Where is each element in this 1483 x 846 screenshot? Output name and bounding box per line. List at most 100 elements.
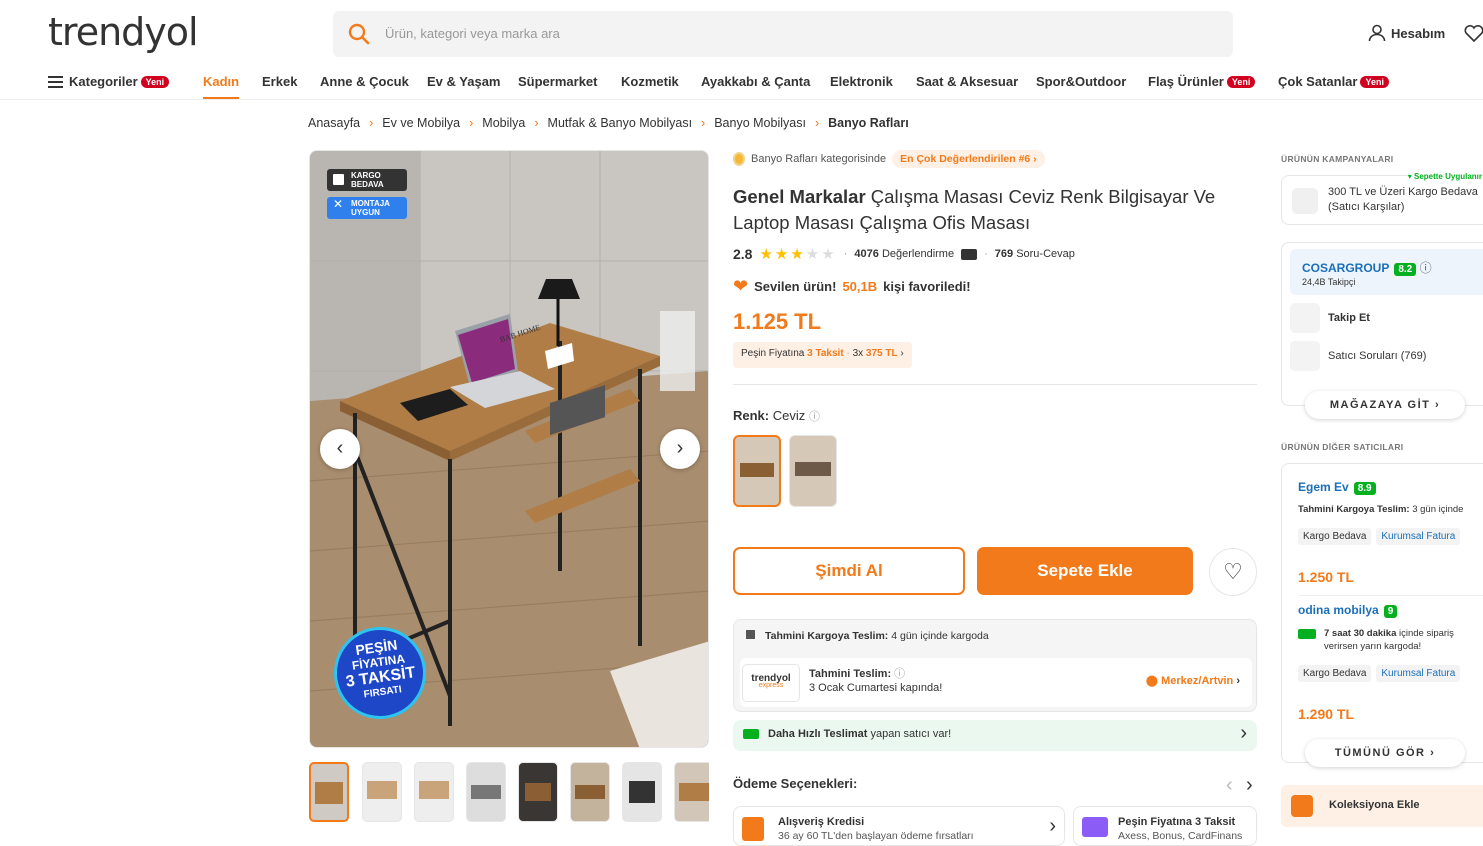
estimate-label: Tahmini Kargoya Teslim: bbox=[765, 630, 889, 642]
thumbnail[interactable] bbox=[674, 762, 709, 822]
nav-item-kadin[interactable]: Kadın bbox=[203, 74, 240, 99]
nav-item-kozmetik[interactable]: Kozmetik bbox=[621, 74, 679, 89]
payment-prev-button[interactable]: ‹ bbox=[1226, 774, 1233, 797]
product-brand[interactable]: Genel Markalar bbox=[733, 186, 866, 207]
chevron-right-icon: › bbox=[701, 116, 706, 130]
nav-item-ev-yasam[interactable]: Ev & Yaşam bbox=[427, 74, 500, 89]
favorites-icon[interactable] bbox=[1464, 24, 1483, 42]
nav-item-label: Çok Satanlar bbox=[1278, 74, 1358, 89]
thumbnail[interactable] bbox=[466, 762, 506, 822]
tag-corporate-invoice: Kurumsal Fatura bbox=[1376, 528, 1461, 545]
payment-option-card[interactable]: Alışveriş Kredisi 36 ay 60 TL'den başlaya… bbox=[733, 806, 1065, 846]
breadcrumb-item[interactable]: Anasayfa bbox=[308, 116, 360, 130]
see-all-label: TÜMÜNÜ GÖR bbox=[1334, 747, 1426, 759]
breadcrumb-item[interactable]: Mutfak & Banyo Mobilyası bbox=[548, 116, 693, 130]
user-icon bbox=[1368, 24, 1386, 42]
payment-option-desc: Axess, Bonus, CardFinans bbox=[1118, 830, 1243, 842]
favorite-info: ❤ Sevilen ürün! 50,1B kişi favoriledi! bbox=[733, 276, 971, 297]
go-to-store-button[interactable]: MAĞAZAYA GİT › bbox=[1305, 391, 1465, 419]
thumbnail[interactable] bbox=[570, 762, 610, 822]
tools-icon: ✕ bbox=[333, 197, 344, 211]
nav-item-cok-satanlar[interactable]: Çok Satanlar Yeni bbox=[1278, 74, 1389, 89]
faster-rest: yapan satıcı var! bbox=[870, 728, 952, 740]
divider bbox=[733, 384, 1257, 385]
rating-stars-fill: ★★★★★ bbox=[759, 246, 803, 263]
nav-item-label: Flaş Ürünler bbox=[1148, 74, 1224, 89]
product-title: Genel Markalar Çalışma Masası Ceviz Renk… bbox=[733, 184, 1233, 236]
account-button[interactable]: Hesabım bbox=[1368, 24, 1445, 42]
search-bar[interactable]: Ürün, kategori veya marka ara bbox=[333, 11, 1233, 57]
thumbnail[interactable] bbox=[309, 762, 349, 822]
trendyol-express-logo: trendyol express bbox=[742, 664, 800, 702]
teslim-label: Tahmini Teslim: bbox=[809, 668, 892, 680]
color-option-ceviz[interactable] bbox=[733, 435, 781, 507]
nav-item-erkek[interactable]: Erkek bbox=[262, 74, 297, 89]
seller-followers: 24,4B Takipçi bbox=[1302, 277, 1356, 287]
next-image-button[interactable]: › bbox=[660, 429, 700, 469]
thumbnail[interactable] bbox=[414, 762, 454, 822]
breadcrumb-item[interactable]: Banyo Mobilyası bbox=[714, 116, 806, 130]
other-seller-name[interactable]: odina mobilya 9 bbox=[1298, 603, 1398, 618]
nav-categories[interactable]: Kategoriler Yeni bbox=[48, 74, 170, 89]
qa-link[interactable]: 769 Soru-Cevap bbox=[995, 248, 1075, 260]
payment-next-button[interactable]: › bbox=[1246, 774, 1253, 797]
rank-badge[interactable]: En Çok Değerlendirilen #6 › bbox=[892, 150, 1045, 168]
nav-item-anne-cocuk[interactable]: Anne & Çocuk bbox=[320, 74, 409, 89]
nav-item-supermarket[interactable]: Süpermarket bbox=[518, 74, 597, 89]
seller-header[interactable]: COSARGROUP 8.2 ⓘ 24,4B Takipçi bbox=[1290, 249, 1483, 295]
payment-option-card[interactable]: Peşin Fiyatına 3 Taksit Axess, Bonus, Car… bbox=[1073, 806, 1257, 846]
nav-item-saat-aksesuar[interactable]: Saat & Aksesuar bbox=[916, 74, 1018, 89]
search-placeholder[interactable]: Ürün, kategori veya marka ara bbox=[385, 26, 560, 41]
see-all-button[interactable]: TÜMÜNÜ GÖR › bbox=[1305, 739, 1465, 767]
faster-delivery-banner[interactable]: Daha Hızlı Teslimat yapan satıcı var! › bbox=[733, 720, 1257, 751]
breadcrumb-item[interactable]: Ev ve Mobilya bbox=[382, 116, 460, 130]
new-badge: Yeni bbox=[1226, 76, 1256, 88]
trendyol-logo[interactable]: trendyol bbox=[48, 10, 199, 54]
installment-amount: 375 TL bbox=[865, 348, 898, 359]
buy-now-button[interactable]: Şimdi Al bbox=[733, 547, 965, 595]
product-image[interactable]: KARGO BEDAVA ✕ MONTAJA UYGUN BAB HOME ‹ ›… bbox=[309, 150, 709, 748]
info-icon: ⓘ bbox=[808, 411, 820, 423]
nav-item-ayakkabi-canta[interactable]: Ayakkabı & Çanta bbox=[701, 74, 810, 89]
collection-label: Koleksiyona Ekle bbox=[1329, 799, 1420, 811]
other-seller-name[interactable]: Egem Ev 8.9 bbox=[1298, 480, 1376, 495]
breadcrumb: Anasayfa › Ev ve Mobilya › Mobilya › Mutfak & … bbox=[308, 116, 909, 130]
qa-count: 769 bbox=[994, 248, 1014, 260]
truck-icon bbox=[1298, 629, 1316, 639]
location-link[interactable]: ⬤ Merkez/Artvin › bbox=[1146, 674, 1240, 687]
installment-count: 3 Taksit bbox=[807, 348, 844, 359]
other-seller-info-value: 3 gün içinde bbox=[1412, 504, 1464, 515]
campaign-card[interactable]: ▾ Sepette Uygulanır 300 TL ve Üzeri Karg… bbox=[1281, 172, 1483, 225]
chat-icon bbox=[1290, 341, 1320, 371]
add-to-collection-button[interactable]: Koleksiyona Ekle bbox=[1281, 785, 1483, 827]
info-icon: ⓘ bbox=[1419, 261, 1432, 275]
other-seller-tags: Kargo Bedava Kurumsal Fatura bbox=[1298, 526, 1465, 545]
category-rank-row: Banyo Rafları kategorisinde En Çok Değer… bbox=[733, 150, 1045, 168]
seller-questions-link[interactable]: Satıcı Soruları (769) bbox=[1290, 341, 1426, 371]
rating-row: 2.8 ★★★★★★★★★★ · 4076 Değerlendirme · 76… bbox=[733, 246, 1075, 263]
other-seller-price: 1.250 TL bbox=[1298, 569, 1355, 585]
review-link[interactable]: 4076 Değerlendirme bbox=[854, 248, 954, 260]
free-shipping-label: KARGO BEDAVA bbox=[351, 171, 384, 189]
review-count: 4076 bbox=[854, 248, 879, 260]
favorite-button[interactable]: ♡ bbox=[1209, 548, 1257, 596]
nav-item-elektronik[interactable]: Elektronik bbox=[830, 74, 893, 89]
follow-button[interactable]: Takip Et bbox=[1290, 303, 1370, 333]
nav-item-flas-urunler[interactable]: Flaş Ürünler Yeni bbox=[1148, 74, 1256, 89]
add-to-cart-button[interactable]: Sepete Ekle bbox=[977, 547, 1193, 595]
installment-info[interactable]: Peşin Fiyatına 3 Taksit · 3x 375 TL › bbox=[733, 342, 912, 368]
breadcrumb-current[interactable]: Banyo Rafları bbox=[828, 116, 909, 130]
express-delivery-row[interactable]: trendyol express Tahmini Teslim: ⓘ 3 Oca… bbox=[740, 658, 1252, 707]
main-nav: Kategoriler Yeni Kadın Erkek Anne & Çocuk… bbox=[0, 64, 1483, 100]
location-label: Merkez/Artvin bbox=[1161, 675, 1234, 687]
campaigns-heading: ÜRÜNÜN KAMPANYALARI bbox=[1281, 154, 1394, 164]
thumbnail[interactable] bbox=[362, 762, 402, 822]
nav-item-spor-outdoor[interactable]: Spor&Outdoor bbox=[1036, 74, 1126, 89]
breadcrumb-item[interactable]: Mobilya bbox=[482, 116, 525, 130]
color-option[interactable] bbox=[789, 435, 837, 507]
thumbnail[interactable] bbox=[622, 762, 662, 822]
payment-title: Ödeme Seçenekleri: bbox=[733, 776, 858, 791]
chevron-right-icon: › bbox=[534, 116, 539, 130]
prev-image-button[interactable]: ‹ bbox=[320, 429, 360, 469]
thumbnail[interactable] bbox=[518, 762, 558, 822]
